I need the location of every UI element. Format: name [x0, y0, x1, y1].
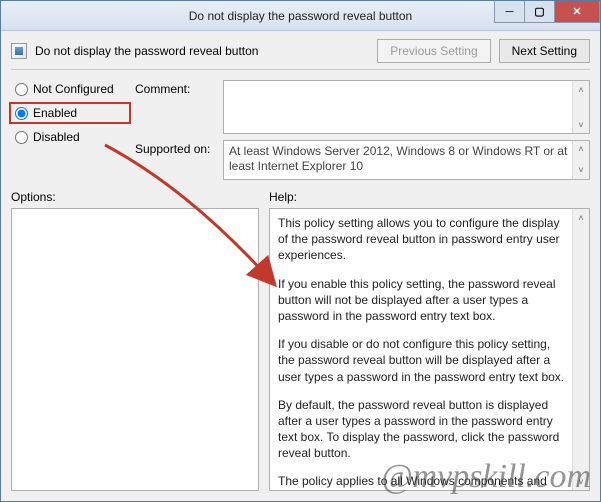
help-label: Help:	[269, 190, 590, 204]
supported-row: Supported on: At least Windows Server 20…	[135, 140, 590, 180]
radio-not-configured[interactable]: Not Configured	[15, 82, 125, 96]
window-controls: ─ ▢ ✕	[494, 1, 600, 23]
help-scrollbar[interactable]: ˄ ˅	[572, 209, 589, 490]
scroll-up-icon[interactable]: ˄	[573, 141, 589, 158]
scroll-up-icon[interactable]: ˄	[573, 81, 589, 98]
scroll-down-icon[interactable]: ˅	[573, 473, 589, 490]
policy-editor-window: Do not display the password reveal butto…	[0, 0, 601, 502]
radio-enabled-input[interactable]	[15, 107, 28, 120]
comment-input[interactable]: ˄ ˅	[223, 80, 590, 134]
minimize-button[interactable]: ─	[494, 1, 524, 23]
radio-enabled-label: Enabled	[33, 106, 77, 120]
help-p3: If you disable or do not configure this …	[278, 336, 567, 385]
scroll-up-icon[interactable]: ˄	[573, 209, 589, 226]
radio-disabled[interactable]: Disabled	[15, 130, 125, 144]
help-p4: By default, the password reveal button i…	[278, 397, 567, 462]
previous-setting-button: Previous Setting	[377, 39, 490, 63]
lower-panels: Options: Help: This policy setting allow…	[1, 186, 600, 501]
comment-label: Comment:	[135, 80, 215, 134]
state-radios: Not Configured Enabled Disabled	[15, 80, 125, 180]
close-button[interactable]: ✕	[554, 1, 600, 23]
radio-not-configured-label: Not Configured	[33, 82, 114, 96]
help-column: Help: This policy setting allows you to …	[269, 190, 590, 491]
comment-row: Comment: ˄ ˅	[135, 80, 590, 134]
scroll-down-icon[interactable]: ˅	[573, 116, 589, 133]
radio-disabled-label: Disabled	[33, 130, 80, 144]
next-setting-button[interactable]: Next Setting	[499, 39, 590, 63]
help-p1: This policy setting allows you to config…	[278, 215, 567, 264]
help-p5: The policy applies to all Windows compon…	[278, 473, 567, 491]
options-panel	[11, 208, 259, 491]
help-p2: If you enable this policy setting, the p…	[278, 276, 567, 325]
config-area: Not Configured Enabled Disabled Comment:…	[1, 70, 600, 186]
radio-not-configured-input[interactable]	[15, 83, 28, 96]
titlebar: Do not display the password reveal butto…	[1, 1, 600, 31]
options-column: Options:	[11, 190, 259, 491]
options-label: Options:	[11, 190, 259, 204]
scroll-down-icon[interactable]: ˅	[573, 162, 589, 179]
header-row: Do not display the password reveal butto…	[1, 31, 600, 69]
supported-value: At least Windows Server 2012, Windows 8 …	[229, 144, 567, 173]
policy-icon	[11, 43, 27, 59]
maximize-button[interactable]: ▢	[524, 1, 554, 23]
right-column: Comment: ˄ ˅ Supported on: At least Wind…	[135, 80, 590, 180]
supported-text: At least Windows Server 2012, Windows 8 …	[223, 140, 590, 180]
comment-scrollbar[interactable]: ˄ ˅	[572, 81, 589, 133]
supported-label: Supported on:	[135, 140, 215, 180]
help-text: This policy setting allows you to config…	[270, 209, 589, 491]
radio-enabled[interactable]: Enabled	[9, 102, 131, 124]
radio-disabled-input[interactable]	[15, 131, 28, 144]
supported-scrollbar[interactable]: ˄ ˅	[572, 141, 589, 179]
policy-caption: Do not display the password reveal butto…	[35, 44, 369, 58]
help-panel: This policy setting allows you to config…	[269, 208, 590, 491]
